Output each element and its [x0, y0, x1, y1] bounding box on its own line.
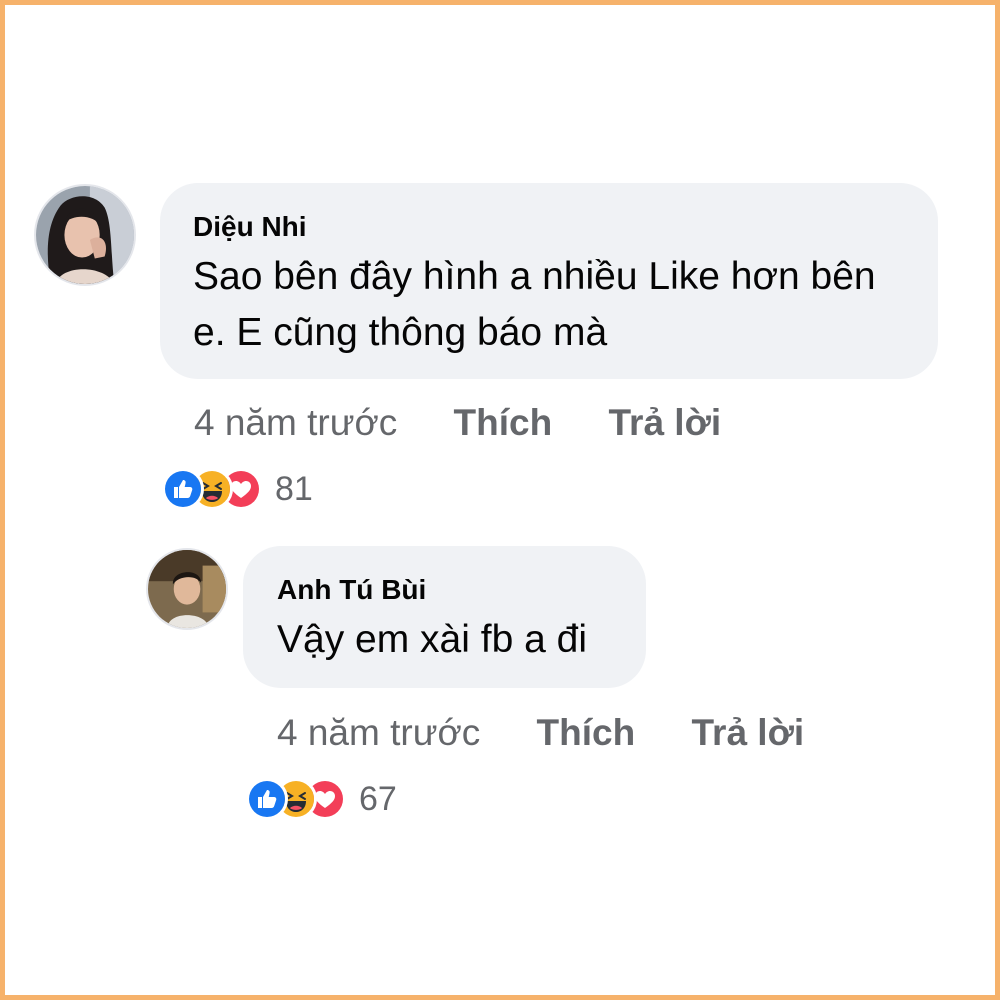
comment-bubble: Anh Tú Bùi Vậy em xài fb a đi: [243, 546, 646, 688]
reaction-count: 67: [359, 779, 397, 818]
reaction-count: 81: [275, 469, 313, 508]
reaction-summary[interactable]: 81: [162, 468, 313, 510]
like-button[interactable]: Thích: [454, 402, 553, 443]
image-frame: [0, 0, 1000, 1000]
comment-bubble: Diệu Nhi Sao bên đây hình a nhiều Like h…: [160, 183, 938, 379]
comment-text-line: Vậy em xài fb a đi: [277, 618, 587, 661]
reply-button[interactable]: Trả lời: [691, 712, 804, 753]
avatar-photo-icon: [148, 550, 226, 628]
comment-timestamp[interactable]: 4 năm trước: [194, 402, 397, 443]
avatar[interactable]: [146, 548, 228, 630]
avatar[interactable]: [34, 184, 136, 286]
avatar-photo-icon: [36, 186, 134, 284]
comment-author[interactable]: Diệu Nhi: [193, 211, 307, 243]
comment-actions: 4 năm trước Thích Trả lời: [277, 712, 804, 754]
comment-text-line: Sao bên đây hình a nhiều Like hơn bên: [193, 255, 876, 298]
comment-author[interactable]: Anh Tú Bùi: [277, 574, 426, 606]
like-button[interactable]: Thích: [537, 712, 636, 753]
comment-timestamp[interactable]: 4 năm trước: [277, 712, 480, 753]
reply-button[interactable]: Trả lời: [608, 402, 721, 443]
like-icon: [162, 468, 204, 510]
reaction-summary[interactable]: 67: [246, 778, 397, 820]
comment-text-line: e. E cũng thông báo mà: [193, 311, 608, 354]
like-icon: [246, 778, 288, 820]
comment-actions: 4 năm trước Thích Trả lời: [194, 402, 721, 444]
